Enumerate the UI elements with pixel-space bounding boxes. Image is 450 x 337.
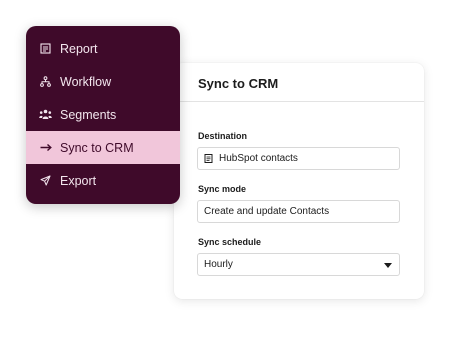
sidebar-menu: Report Workflow Segments Sync to CRM Exp… xyxy=(26,26,180,204)
sidebar-item-label: Sync to CRM xyxy=(60,140,134,155)
sidebar-item-label: Report xyxy=(60,41,98,56)
sync-schedule-select[interactable]: Hourly xyxy=(197,253,400,276)
panel-header: Sync to CRM xyxy=(174,63,424,102)
sidebar-item-workflow[interactable]: Workflow xyxy=(26,65,180,98)
sync-mode-value: Create and update Contacts xyxy=(204,206,330,217)
destination-field[interactable]: HubSpot contacts xyxy=(197,147,400,170)
arrow-right-icon xyxy=(39,141,52,154)
sync-mode-label: Sync mode xyxy=(198,184,247,194)
sync-panel: Sync to CRM Destination HubSpot contacts… xyxy=(174,63,424,299)
sidebar-item-label: Export xyxy=(60,173,97,188)
sidebar-item-export[interactable]: Export xyxy=(26,164,180,197)
stage: Sync to CRM Destination HubSpot contacts… xyxy=(0,0,450,337)
sync-schedule-label: Sync schedule xyxy=(198,237,262,247)
segments-icon xyxy=(39,108,52,121)
sidebar-item-report[interactable]: Report xyxy=(26,32,180,65)
sync-schedule-value: Hourly xyxy=(204,259,233,270)
destination-value: HubSpot contacts xyxy=(219,153,298,164)
report-icon xyxy=(39,42,52,55)
panel-title: Sync to CRM xyxy=(198,75,279,91)
sidebar-item-segments[interactable]: Segments xyxy=(26,98,180,131)
sync-mode-field[interactable]: Create and update Contacts xyxy=(197,200,400,223)
sidebar-item-label: Segments xyxy=(60,107,117,122)
document-icon xyxy=(204,154,213,163)
send-icon xyxy=(39,174,52,187)
destination-label: Destination xyxy=(198,131,248,141)
sidebar-item-label: Workflow xyxy=(60,74,112,89)
sidebar-item-sync-to-crm[interactable]: Sync to CRM xyxy=(26,131,180,164)
workflow-icon xyxy=(39,75,52,88)
chevron-down-icon[interactable] xyxy=(384,263,392,268)
